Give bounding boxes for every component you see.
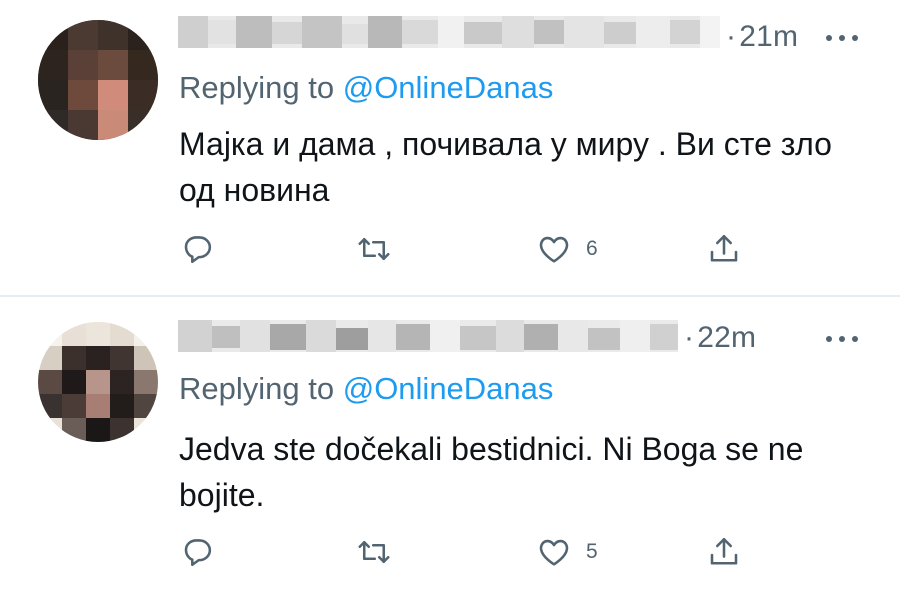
like-icon [539,539,569,566]
replying-to: Replying to @OnlineDanas [179,371,553,407]
username-redacted[interactable] [178,320,678,352]
tweet-actions: 6 [0,229,900,269]
avatar[interactable] [38,20,158,140]
avatar[interactable] [38,322,158,442]
time-value: 22m [697,321,757,354]
share-button[interactable] [706,229,742,269]
share-icon [710,234,738,262]
timestamp[interactable]: · 21m [726,20,798,54]
username-redacted[interactable] [178,16,720,48]
retweet-icon [358,237,390,261]
like-count: 5 [586,540,598,563]
reply-handle-link[interactable]: @OnlineDanas [343,371,554,406]
reply-button[interactable] [180,532,216,572]
tweet-actions: 5 [0,532,900,572]
share-button[interactable] [706,532,742,572]
divider [0,295,900,297]
like-button[interactable]: 5 [536,532,598,572]
more-icon[interactable] [824,32,860,44]
retweet-icon [358,540,390,564]
replying-prefix: Replying to [179,371,335,406]
like-count: 6 [586,237,598,260]
replying-to: Replying to @OnlineDanas [179,70,553,106]
timestamp[interactable]: · 22m [684,321,756,355]
tweet-text: Мајка и дама , почивала у миру . Ви сте … [179,126,832,208]
tweet[interactable]: · 22m Replying to @OnlineDanas Jedva ste … [0,298,900,592]
share-icon [710,537,738,565]
tweet-text: Jedva ste dočekali bestidnici. Ni Boga s… [179,431,804,513]
like-button[interactable]: 6 [536,229,598,269]
replying-prefix: Replying to [179,70,335,105]
like-icon [539,236,569,263]
reply-button[interactable] [180,229,216,269]
more-icon[interactable] [824,333,860,345]
retweet-button[interactable] [356,229,392,269]
reply-handle-link[interactable]: @OnlineDanas [343,70,554,105]
reply-icon [184,539,212,567]
tweet[interactable]: · 21m Replying to @OnlineDanas Мајка и да… [0,0,900,296]
retweet-button[interactable] [356,532,392,572]
reply-icon [184,236,212,264]
time-value: 21m [739,20,799,53]
